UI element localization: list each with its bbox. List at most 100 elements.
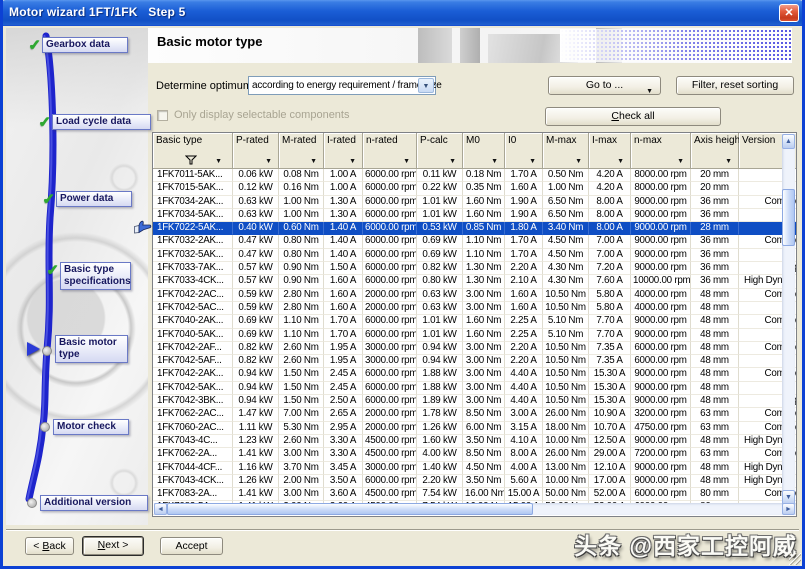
scroll-left-icon[interactable]: ◄ (154, 503, 167, 515)
table-row[interactable]: 1FK7034-5AK...0.63 kW1.00 Nm1.30 A6000.0… (153, 209, 797, 222)
table-cell-basic_type: 1FK7042-2AF... (153, 342, 233, 355)
table-row[interactable]: 1FK7034-2AK...0.63 kW1.00 Nm1.30 A6000.0… (153, 196, 797, 209)
table-cell-n_rated: 6000.00 rpm (363, 196, 417, 209)
header-cell-i0[interactable]: I0▼ (505, 133, 543, 169)
step-marker-icon (27, 498, 37, 508)
wizard-step-load-cycle-data[interactable]: Load cycle data (52, 114, 151, 130)
title-bar[interactable]: Motor wizard 1FT/1FK Step 5 ✕ (0, 0, 805, 26)
table-cell-m_max: 10.50 Nm (543, 355, 589, 368)
header-cell-p_calc[interactable]: P-calc▼ (417, 133, 463, 169)
table-row[interactable]: 1FK7042-5AF...0.82 kW2.60 Nm1.95 A3000.0… (153, 355, 797, 368)
table-cell-i_max: 7.20 A (589, 262, 631, 275)
table-row[interactable]: 1FK7033-7AK...0.57 kW0.90 Nm1.50 A6000.0… (153, 262, 797, 275)
table-row[interactable]: 1FK7042-2AC...0.59 kW2.80 Nm1.60 A2000.0… (153, 289, 797, 302)
table-cell-axis_height: 36 mm (691, 209, 739, 222)
table-row[interactable]: 1FK7042-2AF...0.82 kW2.60 Nm1.95 A3000.0… (153, 342, 797, 355)
table-cell-m0: 0.85 Nm (463, 222, 505, 235)
table-cell-i_rated: 1.30 A (324, 196, 363, 209)
table-row[interactable]: 1FK7062-2AC...1.47 kW7.00 Nm2.65 A2000.0… (153, 408, 797, 421)
header-cell-axis_height[interactable]: Axis height▼ (691, 133, 739, 169)
table-cell-m_max: 10.50 Nm (543, 395, 589, 408)
go-to-button[interactable]: Go to ... ▼ (548, 76, 661, 95)
table-cell-n_max: 9000.00 rpm (631, 462, 691, 475)
wizard-step-gearbox-data[interactable]: Gearbox data (42, 37, 128, 53)
column-dropdown-icon[interactable]: ▼ (349, 158, 356, 165)
optimum-motor-select[interactable]: according to energy requirement / frame … (248, 76, 436, 95)
table-cell-p_rated: 0.57 kW (233, 262, 279, 275)
table-row[interactable]: 1FK7042-5AK...0.94 kW1.50 Nm2.45 A6000.0… (153, 382, 797, 395)
table-cell-n_rated: 2000.00 rpm (363, 302, 417, 315)
close-icon[interactable]: ✕ (779, 4, 799, 22)
table-cell-p_rated: 0.40 kW (233, 222, 279, 235)
header-cell-i_rated[interactable]: I-rated▼ (324, 133, 363, 169)
header-cell-m0[interactable]: M0▼ (463, 133, 505, 169)
column-dropdown-icon[interactable]: ▼ (215, 158, 222, 165)
table-row[interactable]: 1FK7060-2AC...1.11 kW5.30 Nm2.95 A2000.0… (153, 422, 797, 435)
column-dropdown-icon[interactable]: ▼ (575, 158, 582, 165)
horizontal-scrollbar-thumb[interactable] (167, 503, 533, 515)
table-row[interactable]: 1FK7015-5AK...0.12 kW0.16 Nm1.00 A6000.0… (153, 182, 797, 195)
table-row[interactable]: 1FK7042-3BK...0.94 kW1.50 Nm2.50 A6000.0… (153, 395, 797, 408)
table-row[interactable]: 1FK7043-4C...1.23 kW2.60 Nm3.30 A4500.00… (153, 435, 797, 448)
table-row[interactable]: 1FK7040-5AK...0.69 kW1.10 Nm1.70 A6000.0… (153, 329, 797, 342)
wizard-step-motor-check[interactable]: Motor check (53, 419, 129, 435)
column-dropdown-icon[interactable]: ▼ (449, 158, 456, 165)
check-all-button[interactable]: Check all (545, 107, 721, 126)
column-dropdown-icon[interactable]: ▼ (677, 158, 684, 165)
header-cell-n_max[interactable]: n-max▼ (631, 133, 691, 169)
table-row[interactable]: 1FK7044-4CF...1.16 kW3.70 Nm3.45 A3000.0… (153, 462, 797, 475)
header-cell-n_rated[interactable]: n-rated▼ (363, 133, 417, 169)
check-icon: ✓ (38, 113, 51, 131)
header-cell-m_max[interactable]: M-max▼ (543, 133, 589, 169)
table-cell-m_rated: 3.70 Nm (279, 462, 324, 475)
table-row[interactable]: 1FK7043-4CK...1.26 kW2.00 Nm3.50 A6000.0… (153, 475, 797, 488)
table-row[interactable]: 1FK7033-4CK...0.57 kW0.90 Nm1.60 A6000.0… (153, 275, 797, 288)
table-cell-i0: 1.90 A (505, 209, 543, 222)
next-button[interactable]: Next > (82, 536, 144, 556)
header-cell-basic_type[interactable]: Basic type▼ (153, 133, 233, 169)
table-cell-n_max: 4000.00 rpm (631, 289, 691, 302)
table-row[interactable]: 1FK7083-2A...1.41 kW3.00 Nm3.60 A4500.00… (153, 488, 797, 501)
back-button[interactable]: < Back (25, 537, 74, 555)
table-row[interactable]: 1FK7032-2AK...0.47 kW0.80 Nm1.40 A6000.0… (153, 235, 797, 248)
column-dropdown-icon[interactable]: ▼ (310, 158, 317, 165)
wizard-step-power-data[interactable]: Power data (56, 191, 132, 207)
header-cell-m_rated[interactable]: M-rated▼ (279, 133, 324, 169)
table-cell-n_rated: 2000.00 rpm (363, 289, 417, 302)
table-row[interactable]: 1FK7042-5AC...0.59 kW2.80 Nm1.60 A2000.0… (153, 302, 797, 315)
table-row[interactable]: 1FK7011-5AK...0.06 kW0.08 Nm1.00 A6000.0… (153, 169, 797, 182)
accept-button[interactable]: Accept (160, 537, 223, 555)
table-row-selected[interactable]: 1FK7022-5AK...0.40 kW0.60 Nm1.40 A6000.0… (153, 222, 797, 235)
scroll-right-icon[interactable]: ► (782, 503, 795, 515)
table-row[interactable]: 1FK7062-2A...1.41 kW3.00 Nm3.30 A4500.00… (153, 448, 797, 461)
filter-reset-sorting-button[interactable]: Filter, reset sorting (676, 76, 794, 95)
vertical-scrollbar-thumb[interactable] (782, 189, 795, 246)
column-dropdown-icon[interactable]: ▼ (617, 158, 624, 165)
table-cell-m_rated: 0.08 Nm (279, 169, 324, 182)
header-cell-i_max[interactable]: I-max▼ (589, 133, 631, 169)
column-dropdown-icon[interactable]: ▼ (265, 158, 272, 165)
wizard-step-basic-type-specifications[interactable]: Basic type specifications (60, 262, 131, 290)
column-dropdown-icon[interactable]: ▼ (491, 158, 498, 165)
table-row[interactable]: 1FK7032-5AK...0.47 kW0.80 Nm1.40 A6000.0… (153, 249, 797, 262)
column-label: Axis height (694, 135, 743, 146)
page-title: Basic motor type (157, 34, 262, 49)
table-cell-p_rated: 0.59 kW (233, 302, 279, 315)
only-display-selectable-checkbox[interactable] (157, 110, 168, 121)
wizard-step-basic-motor-type[interactable]: Basic motor type (55, 335, 128, 363)
chevron-down-icon[interactable]: ▼ (418, 78, 434, 93)
table-row[interactable]: 1FK7042-2AK...0.94 kW1.50 Nm2.45 A6000.0… (153, 368, 797, 381)
table-cell-i_rated: 1.40 A (324, 235, 363, 248)
table-row[interactable]: 1FK7040-2AK...0.69 kW1.10 Nm1.70 A6000.0… (153, 315, 797, 328)
column-dropdown-icon[interactable]: ▼ (725, 158, 732, 165)
column-dropdown-icon[interactable]: ▼ (529, 158, 536, 165)
table-cell-axis_height: 36 mm (691, 196, 739, 209)
resize-grip[interactable] (789, 553, 801, 565)
table-cell-p_rated: 0.12 kW (233, 182, 279, 195)
header-cell-p_rated[interactable]: P-rated▼ (233, 133, 279, 169)
wizard-step-additional-version[interactable]: Additional version (40, 495, 148, 511)
scroll-up-icon[interactable]: ▲ (782, 134, 795, 149)
table-cell-i0: 3.15 A (505, 422, 543, 435)
column-dropdown-icon[interactable]: ▼ (403, 158, 410, 165)
table-cell-basic_type: 1FK7060-2AC... (153, 422, 233, 435)
